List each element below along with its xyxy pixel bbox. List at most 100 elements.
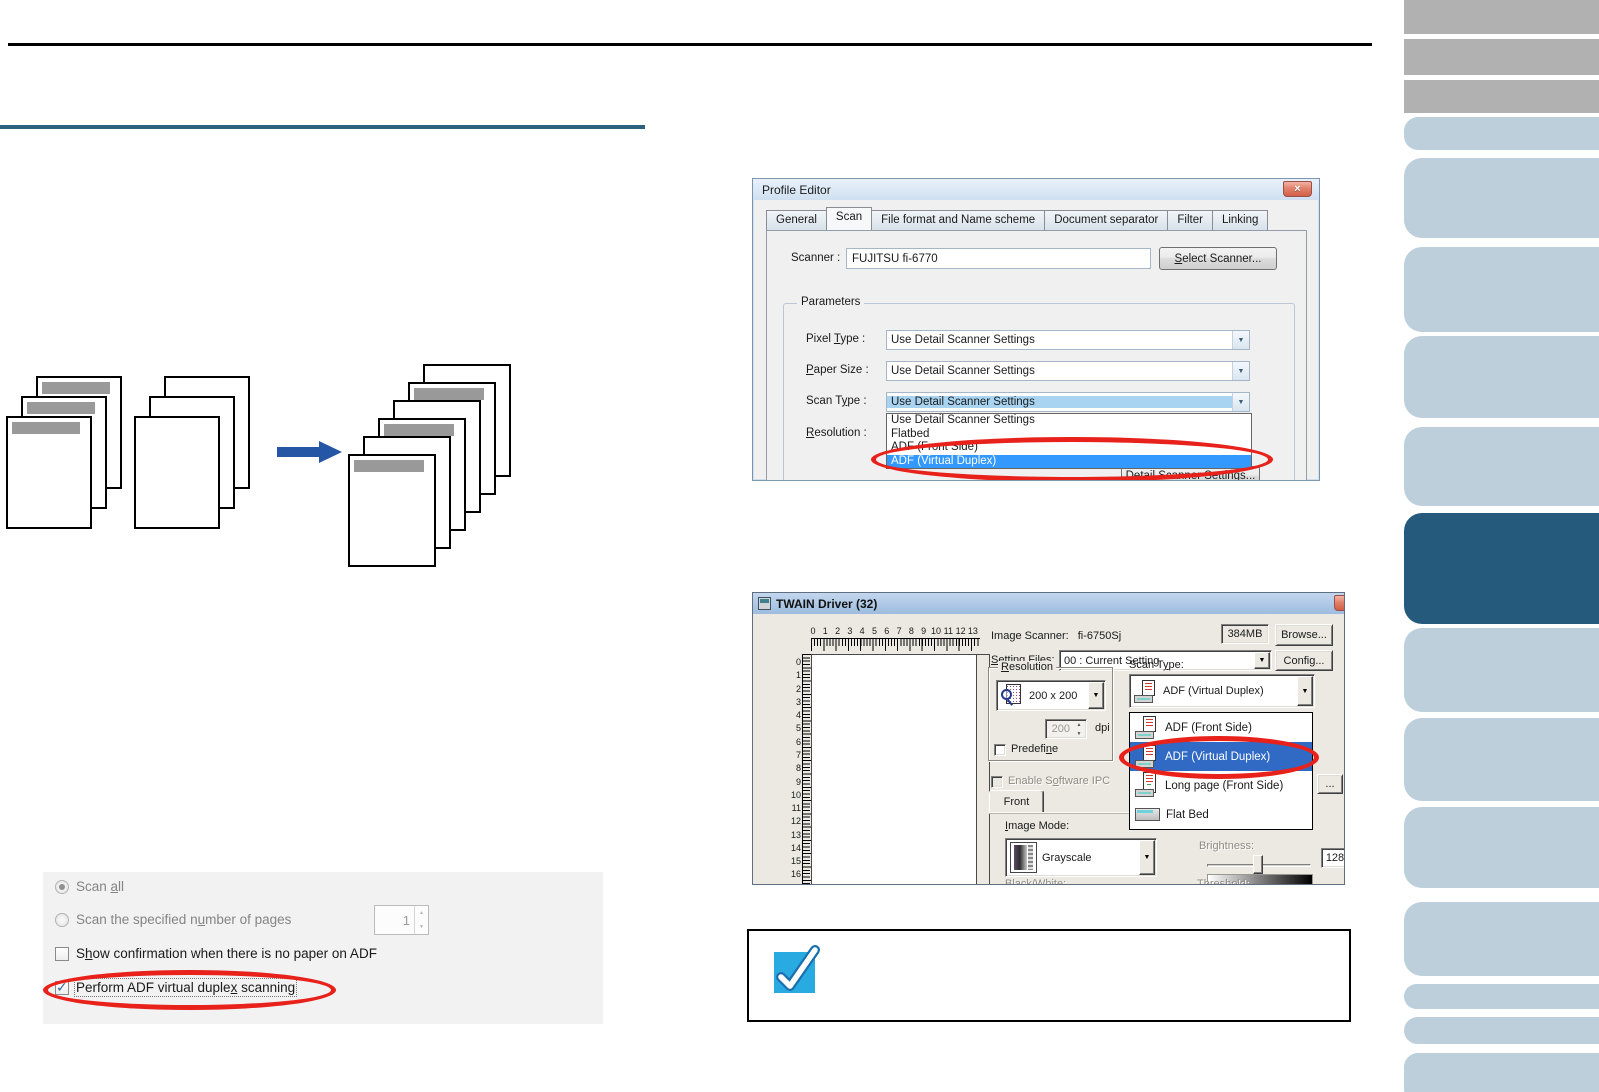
tab-front[interactable]: Front <box>989 790 1044 813</box>
stepper-buttons[interactable]: ▲ ▼ <box>414 906 428 934</box>
ruler-number: 14 <box>790 842 801 853</box>
tab-document-separator[interactable]: Document separator <box>1044 210 1169 230</box>
enable-ipc-checkbox[interactable] <box>991 776 1003 788</box>
tab-filter[interactable]: Filter <box>1167 210 1213 230</box>
highlight-oval <box>871 437 1273 480</box>
tab-scan[interactable]: Scan <box>825 207 873 230</box>
scan-preview-area <box>811 654 977 884</box>
brightness-value-box[interactable]: 128 <box>1321 848 1344 868</box>
sidebar-tab[interactable] <box>1404 117 1599 150</box>
sidebar-tab-active[interactable] <box>1404 513 1599 624</box>
spin-down-icon[interactable]: ▼ <box>414 920 428 934</box>
page-header-bar <box>384 424 454 436</box>
close-icon: × <box>1294 183 1301 195</box>
profile-editor-titlebar[interactable]: Profile Editor <box>753 179 1319 200</box>
section-underline <box>0 125 645 129</box>
sidebar-tab[interactable] <box>1404 718 1599 801</box>
ruler-number: 11 <box>791 803 801 814</box>
profile-editor-tab-bar: General Scan File format and Name scheme… <box>766 207 1269 230</box>
scan-options-panel: Scan all Scan the specified number of pa… <box>43 872 603 1024</box>
long-page-icon <box>1135 772 1159 797</box>
merge-arrow-head <box>319 441 342 463</box>
show-confirmation-label: Show confirmation when there is no paper… <box>76 946 377 961</box>
sidebar-tab[interactable] <box>1404 158 1599 238</box>
grayscale-icon <box>1010 842 1037 873</box>
chevron-down-icon: ▼ <box>1232 362 1249 380</box>
ruler-number: 6 <box>795 736 801 747</box>
sidebar-tab[interactable] <box>1404 0 1599 34</box>
page-front-side <box>348 454 436 567</box>
select-scanner-button[interactable]: Select Scanner... <box>1159 247 1277 270</box>
tab-linking[interactable]: Linking <box>1211 210 1269 230</box>
scan-pages-radio[interactable] <box>55 913 69 927</box>
ruler-number: 2 <box>795 683 801 694</box>
page-header-bar <box>42 382 110 394</box>
dropdown-option[interactable]: Use Detail Scanner Settings <box>887 414 1251 428</box>
stepper-buttons[interactable]: ▲ ▼ <box>1072 720 1086 738</box>
resolution-magnifier-icon <box>1001 683 1024 708</box>
sidebar-tab[interactable] <box>1404 984 1599 1009</box>
manual-page: Profile Editor × General Scan File forma… <box>0 0 1599 1092</box>
adf-front-icon <box>1135 716 1159 739</box>
scanner-field[interactable]: FUJITSU fi-6770 <box>846 248 1151 269</box>
sidebar-tab[interactable] <box>1404 336 1599 418</box>
image-mode-combobox[interactable]: Grayscale ▼ <box>1005 838 1157 877</box>
ruler-number: 7 <box>795 749 801 760</box>
check-icon <box>776 945 820 991</box>
chevron-down-icon: ▼ <box>1254 652 1270 669</box>
paper-size-combobox[interactable]: Use Detail Scanner Settings ▼ <box>886 361 1250 381</box>
close-button[interactable]: × <box>1334 595 1344 611</box>
dropdown-option[interactable]: Flat Bed <box>1130 800 1312 829</box>
scan-type-combobox[interactable]: ADF (Virtual Duplex) ▼ <box>1129 674 1315 708</box>
brightness-slider-thumb[interactable] <box>1253 855 1263 874</box>
brightness-label: Brightness: <box>1199 840 1255 852</box>
spin-up-icon[interactable]: ▲ <box>1072 720 1086 729</box>
predefine-checkbox[interactable] <box>994 744 1006 756</box>
threshold-label: Threshold: <box>1197 878 1249 885</box>
pixel-type-combobox[interactable]: Use Detail Scanner Settings ▼ <box>886 330 1250 350</box>
scan-all-label: Scan all <box>76 879 125 894</box>
ruler-number: 8 <box>795 763 801 774</box>
spin-down-icon[interactable]: ▼ <box>1072 729 1086 738</box>
enable-ipc-label: Enable Software IPC <box>1008 775 1111 787</box>
twain-titlebar[interactable]: TWAIN Driver (32) <box>753 593 1344 614</box>
page-back-side <box>134 416 220 529</box>
sidebar-tab[interactable] <box>1404 902 1599 976</box>
sidebar-tab[interactable] <box>1404 1017 1599 1044</box>
scan-all-radio[interactable] <box>55 880 69 894</box>
tab-general[interactable]: General <box>766 210 827 230</box>
close-button[interactable]: × <box>1283 181 1312 197</box>
sidebar-tab[interactable] <box>1404 247 1599 332</box>
pages-stepper[interactable]: 1 ▲ ▼ <box>374 905 429 935</box>
resolution-group-label: Resolution <box>998 661 1056 673</box>
paper-size-label: Paper Size : <box>806 364 869 376</box>
scan-type-combobox[interactable]: Use Detail Scanner Settings ▼ <box>886 392 1250 412</box>
image-scanner-label: Image Scanner: <box>991 630 1069 642</box>
browse-button[interactable]: Browse... <box>1275 624 1333 646</box>
ruler-number: 12 <box>790 816 801 827</box>
config-button[interactable]: Config... <box>1275 650 1333 671</box>
chevron-down-icon: ▼ <box>1232 331 1249 349</box>
sidebar-tab[interactable] <box>1404 39 1599 75</box>
sidebar-tab[interactable] <box>1404 427 1599 506</box>
ruler-number: 10 <box>790 789 801 800</box>
tab-file-format[interactable]: File format and Name scheme <box>871 210 1046 230</box>
sidebar-tab[interactable] <box>1404 807 1599 888</box>
ruler-number: 15 <box>790 856 801 867</box>
sidebar-tab[interactable] <box>1404 1053 1599 1092</box>
scan-pages-label: Scan the specified number of pages <box>76 912 292 927</box>
note-box <box>747 929 1351 1022</box>
page-header-bar <box>27 402 95 414</box>
sidebar-tab[interactable] <box>1404 80 1599 113</box>
resolution-combobox[interactable]: 200 x 200 ▼ <box>996 680 1106 711</box>
parameters-label: Parameters <box>797 296 865 308</box>
more-options-button[interactable]: ... <box>1317 774 1343 794</box>
resolution-label: Resolution : <box>806 427 867 439</box>
sidebar-tab[interactable] <box>1404 628 1599 712</box>
ruler-number: 13 <box>967 626 978 636</box>
show-confirmation-checkbox[interactable] <box>55 947 69 961</box>
dpi-stepper[interactable]: 200 ▲ ▼ <box>1045 719 1087 739</box>
adf-duplex-icon <box>1134 679 1158 703</box>
scan-type-label: Scan Type : <box>806 395 867 407</box>
spin-up-icon[interactable]: ▲ <box>414 906 428 920</box>
